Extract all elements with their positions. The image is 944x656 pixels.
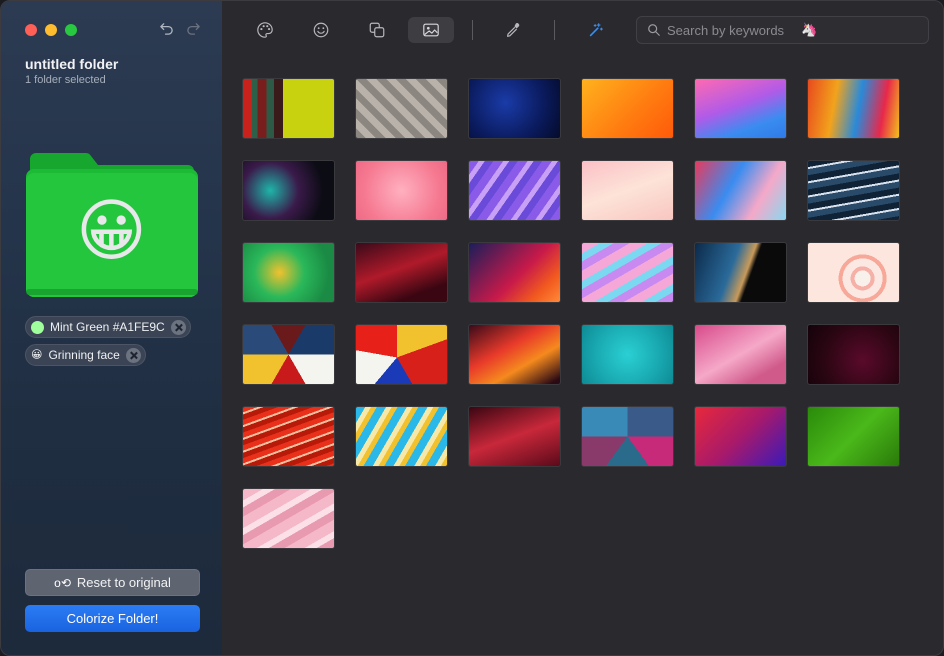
reset-icon: o⟲ bbox=[54, 575, 71, 590]
minimize-window-button[interactable] bbox=[45, 24, 57, 36]
magic-wand-icon[interactable] bbox=[573, 17, 619, 43]
folder-emoji: 😀 bbox=[76, 193, 147, 269]
wallpaper-tile[interactable] bbox=[355, 406, 448, 467]
wallpaper-tile[interactable] bbox=[807, 324, 900, 385]
search-bar[interactable]: 🦄 bbox=[636, 16, 929, 44]
image-icon[interactable] bbox=[408, 17, 454, 43]
reset-button-label: Reset to original bbox=[76, 575, 171, 590]
color-swatch bbox=[31, 320, 44, 334]
wallpaper-tile[interactable] bbox=[468, 78, 561, 139]
wallpaper-tile[interactable] bbox=[355, 324, 448, 385]
tag-emoji: 😀 bbox=[31, 348, 43, 361]
undo-redo-group bbox=[159, 21, 201, 36]
wallpaper-tile[interactable] bbox=[694, 324, 787, 385]
wallpaper-tile[interactable] bbox=[807, 160, 900, 221]
wallpaper-tile[interactable] bbox=[242, 78, 335, 139]
wallpaper-tile[interactable] bbox=[807, 406, 900, 467]
wallpaper-tile[interactable] bbox=[242, 324, 335, 385]
window-controls bbox=[25, 24, 77, 36]
emoji-icon[interactable] bbox=[298, 17, 344, 43]
wallpaper-tile[interactable] bbox=[242, 406, 335, 467]
toolbar: 🦄 bbox=[222, 1, 943, 61]
wallpaper-tile[interactable] bbox=[807, 242, 900, 303]
sidebar: untitled folder 1 folder selected 😀 Mint… bbox=[1, 1, 222, 655]
toolbar-separator bbox=[554, 20, 555, 40]
maximize-window-button[interactable] bbox=[65, 24, 77, 36]
wallpaper-tile[interactable] bbox=[694, 78, 787, 139]
wallpaper-tile[interactable] bbox=[242, 160, 335, 221]
toolbar-separator bbox=[472, 20, 473, 40]
folder-selection-count: 1 folder selected bbox=[25, 74, 106, 86]
wallpaper-tile[interactable] bbox=[694, 242, 787, 303]
remove-emoji-icon[interactable] bbox=[125, 347, 141, 363]
wallpaper-tile[interactable] bbox=[242, 242, 335, 303]
wallpaper-tile[interactable] bbox=[807, 78, 900, 139]
tag-color-label: Mint Green #A1FE9C bbox=[50, 320, 165, 334]
wallpaper-tile[interactable] bbox=[581, 242, 674, 303]
wallpaper-tile[interactable] bbox=[581, 160, 674, 221]
wallpaper-tile[interactable] bbox=[468, 242, 561, 303]
wallpaper-tile[interactable] bbox=[694, 406, 787, 467]
search-icon bbox=[648, 24, 660, 36]
wallpaper-tile[interactable] bbox=[468, 406, 561, 467]
wallpaper-tile[interactable] bbox=[581, 406, 674, 467]
tag-emoji-label: Grinning face bbox=[48, 348, 120, 362]
colorize-button-label: Colorize Folder! bbox=[66, 611, 159, 626]
close-window-button[interactable] bbox=[25, 24, 37, 36]
colorize-button[interactable]: Colorize Folder! bbox=[25, 605, 200, 632]
wallpaper-tile[interactable] bbox=[355, 78, 448, 139]
wallpaper-tile[interactable] bbox=[694, 160, 787, 221]
unicorn-icon: 🦄 bbox=[801, 22, 818, 37]
folder-title: untitled folder bbox=[25, 56, 119, 72]
eyedropper-icon[interactable] bbox=[490, 17, 536, 43]
wallpaper-tile[interactable] bbox=[468, 324, 561, 385]
wallpaper-tile[interactable] bbox=[242, 488, 335, 549]
reset-button[interactable]: o⟲ Reset to original bbox=[25, 569, 200, 596]
wallpaper-tile[interactable] bbox=[581, 324, 674, 385]
remove-color-icon[interactable] bbox=[170, 319, 186, 335]
shapes-icon[interactable] bbox=[354, 17, 400, 43]
app-window: untitled folder 1 folder selected 😀 Mint… bbox=[0, 0, 944, 656]
tag-color-chip: Mint Green #A1FE9C bbox=[25, 316, 191, 338]
search-input[interactable] bbox=[667, 22, 817, 38]
undo-icon[interactable] bbox=[159, 21, 174, 36]
palette-icon[interactable] bbox=[242, 17, 288, 43]
wallpaper-tile[interactable] bbox=[468, 160, 561, 221]
wallpaper-tile[interactable] bbox=[581, 78, 674, 139]
tag-emoji-chip: 😀 Grinning face bbox=[25, 344, 146, 366]
redo-icon[interactable] bbox=[186, 21, 201, 36]
wallpaper-tile[interactable] bbox=[355, 242, 448, 303]
wallpaper-tile[interactable] bbox=[355, 160, 448, 221]
